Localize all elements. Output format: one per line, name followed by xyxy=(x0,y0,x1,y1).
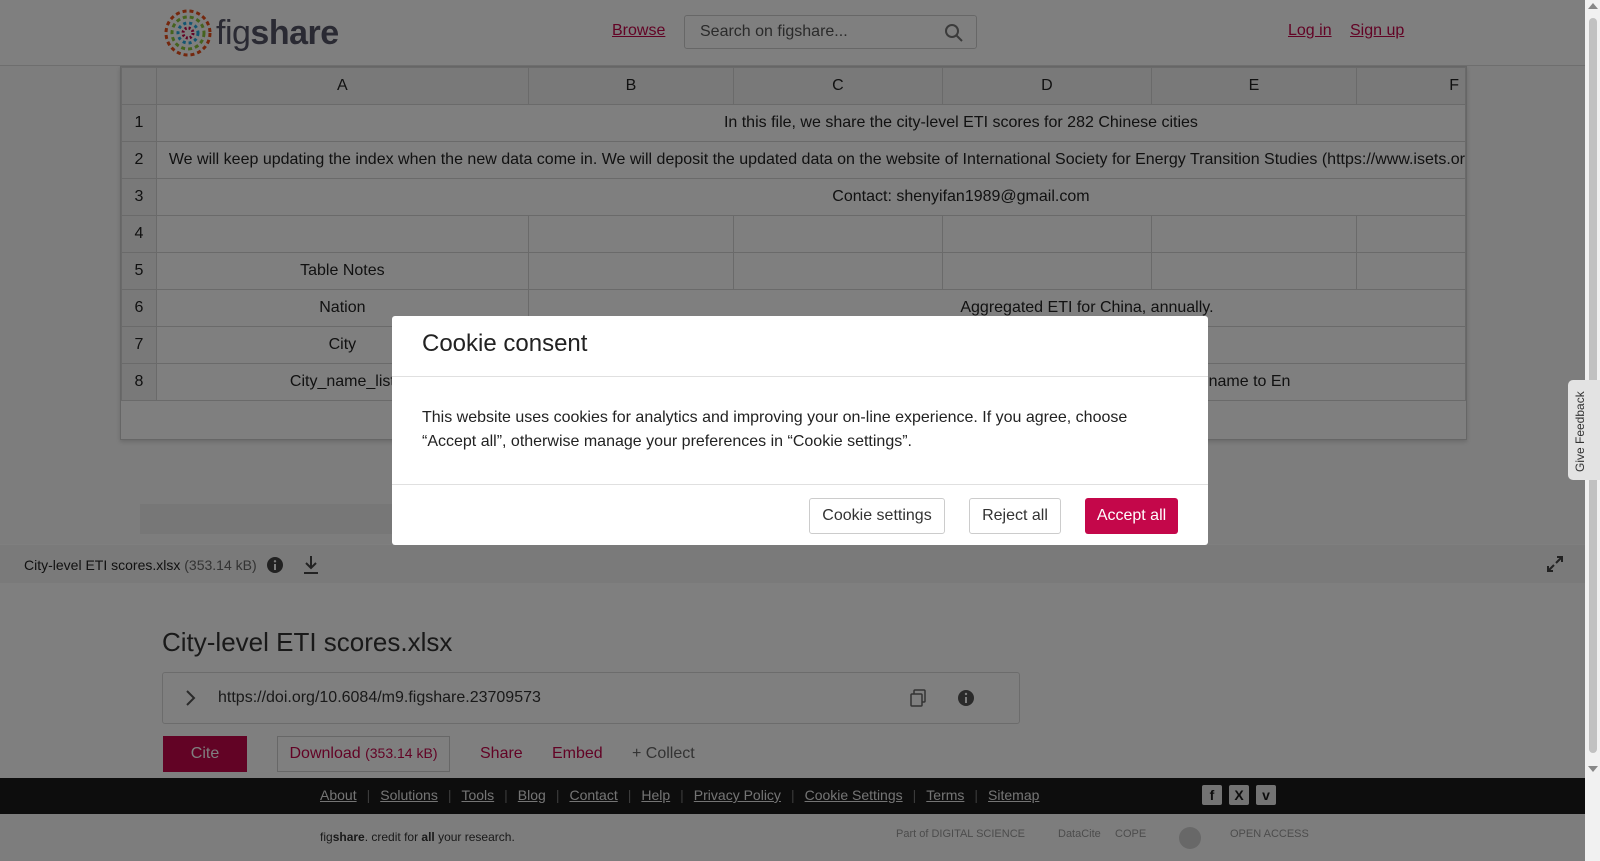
cookie-consent-dialog: Cookie consent This website uses cookies… xyxy=(392,316,1208,545)
divider xyxy=(392,484,1208,485)
scroll-up-arrow[interactable] xyxy=(1588,3,1598,9)
scroll-down-arrow[interactable] xyxy=(1588,766,1598,772)
cookie-consent-title: Cookie consent xyxy=(422,330,588,357)
divider xyxy=(392,376,1208,377)
cookie-settings-button[interactable]: Cookie settings xyxy=(809,498,945,534)
reject-all-button[interactable]: Reject all xyxy=(969,498,1061,534)
accept-all-button[interactable]: Accept all xyxy=(1085,498,1178,534)
give-feedback-tab[interactable]: Give Feedback xyxy=(1568,380,1600,480)
cookie-consent-text: This website uses cookies for analytics … xyxy=(422,409,1128,450)
give-feedback-label: Give Feedback xyxy=(1573,391,1587,472)
